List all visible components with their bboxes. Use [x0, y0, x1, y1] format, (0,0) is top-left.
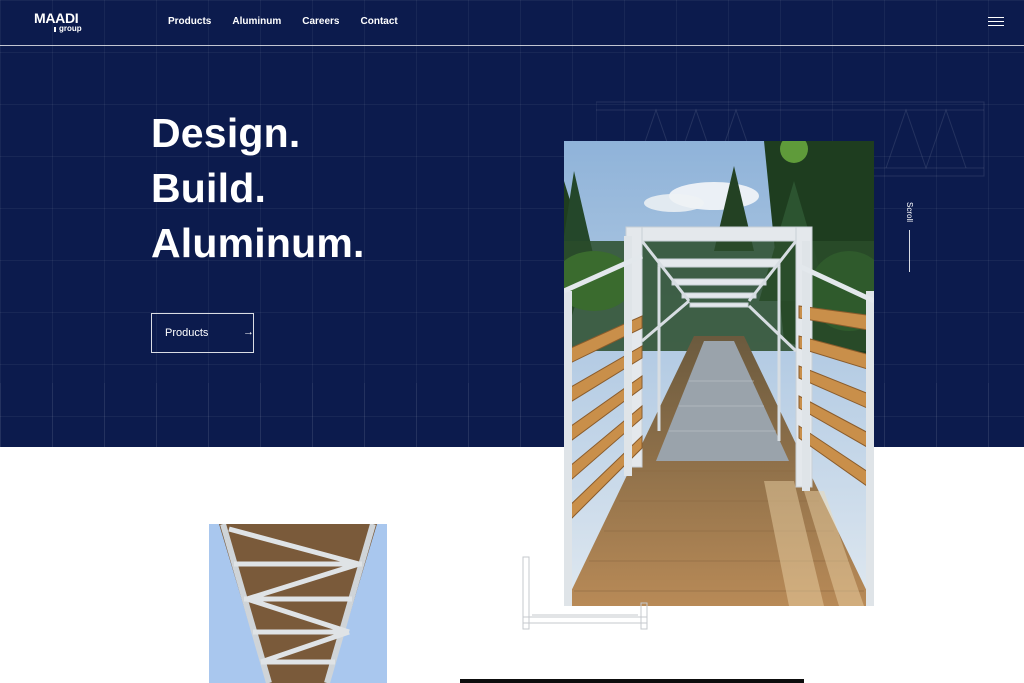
- hamburger-menu-icon[interactable]: [985, 14, 1007, 30]
- hero-headline: Design. Build. Aluminum.: [151, 106, 365, 271]
- nav-products[interactable]: Products: [168, 16, 211, 27]
- headline-line-1: Design.: [151, 110, 301, 156]
- bridge-underside-image: [209, 524, 387, 683]
- logo-name: MAADI: [34, 10, 79, 26]
- headline-line-2: Build.: [151, 165, 267, 211]
- scroll-indicator[interactable]: Scroll: [900, 202, 920, 272]
- maadi-logo[interactable]: MAADI group: [34, 11, 82, 33]
- arrow-right-icon: →: [243, 326, 254, 338]
- scroll-line: [909, 230, 910, 272]
- headline-line-3: Aluminum.: [151, 220, 365, 266]
- site-header: MAADI group Products Aluminum Careers Co…: [0, 0, 1024, 46]
- logo-subtitle: group: [54, 25, 82, 33]
- blueprint-drawing: [522, 556, 648, 630]
- logo-tick-mark: [54, 27, 56, 32]
- cta-label: Products: [165, 327, 209, 339]
- nav-careers[interactable]: Careers: [302, 16, 339, 27]
- nav-aluminum[interactable]: Aluminum: [232, 16, 281, 27]
- logo-sub-text: group: [59, 24, 82, 33]
- nav-contact[interactable]: Contact: [361, 16, 398, 27]
- bridge-underside-photo: [209, 524, 387, 683]
- footer-edge-bar: [460, 679, 804, 683]
- bridge-image: [564, 141, 874, 606]
- bridge-photo: [564, 141, 874, 606]
- products-cta-button[interactable]: Products →: [151, 313, 254, 353]
- main-nav: Products Aluminum Careers Contact: [168, 16, 398, 27]
- scroll-label: Scroll: [905, 202, 914, 223]
